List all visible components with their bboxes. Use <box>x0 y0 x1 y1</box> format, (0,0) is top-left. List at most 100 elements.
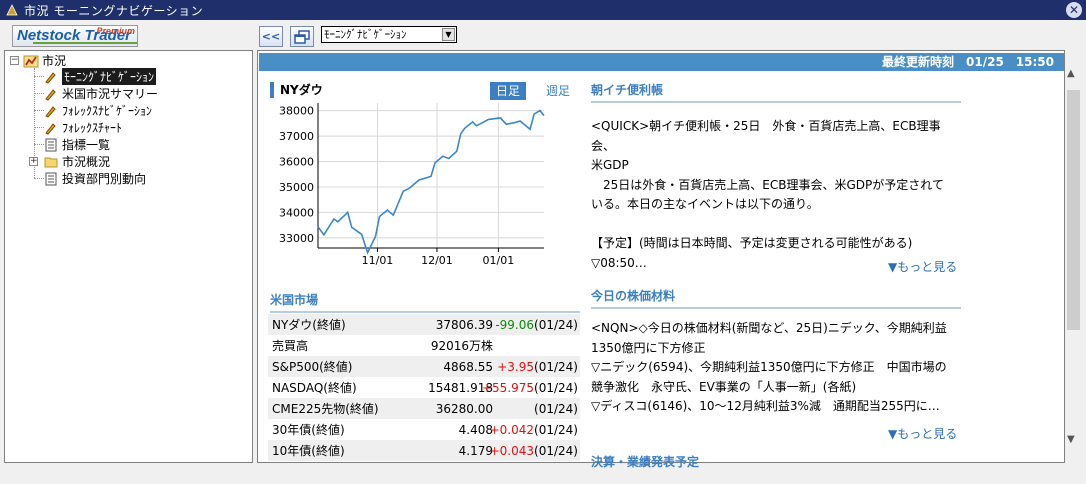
news-line: 競争激化 永守氏、EV事業の「人事一新」(各紙) <box>591 379 857 394</box>
market-date: (01/24) <box>534 380 578 395</box>
tree-root[interactable]: 市況 <box>23 52 66 69</box>
content-pane: 最終更新時刻 01/25 15:50 NYダウ 日足 週足 38000 37000 36… <box>257 50 1065 469</box>
y-tick-label: 33000 <box>279 232 314 245</box>
app-icon <box>4 2 20 18</box>
page-select[interactable]: ﾓｰﾆﾝｸﾞﾅﾋﾞｹﾞｰｼｮﾝ ▼ <box>321 26 457 43</box>
window-title: 市況 モーニングナビゲーション <box>24 3 204 18</box>
market-row: 30年債(終値) 4.408 +0.042 (01/24) <box>268 419 580 440</box>
back-button[interactable]: << <box>259 26 283 47</box>
nav-tree: − + 市況 ﾓｰﾆﾝｸﾞﾅﾋﾞｹﾞｰｼｮﾝ 米国市況サマリー ﾌｫﾚｯｸｽﾅﾋ… <box>4 50 253 463</box>
tab-weekly[interactable]: 週足 <box>540 82 576 100</box>
collapse-toggle[interactable]: − <box>10 56 19 65</box>
market-row: CME225先物(終値) 36280.00 (01/24) <box>268 398 580 419</box>
news-body-kabuka: <NQN>◇今日の株価材料(新聞など、25日)ニデック、今期純利益 1350億円に… <box>591 319 961 417</box>
market-value: 37806.39 <box>435 317 493 332</box>
news-line: 【予定】(時間は日本時間、予定は変更される可能性がある) <box>591 236 913 250</box>
market-value: 36280.00 <box>435 401 493 416</box>
tree-item-indicators[interactable]: 指標一覧 <box>43 136 110 153</box>
window-icon <box>294 29 310 44</box>
x-tick-label: 01/01 <box>483 254 515 267</box>
toolbar: << ﾓｰﾆﾝｸﾞﾅﾋﾞｹﾞｰｼｮﾝ ▼ <box>255 20 1086 50</box>
market-name: NASDAQ(終値) <box>272 381 357 395</box>
market-value: 92016万株 <box>430 339 493 353</box>
y-tick-label: 38000 <box>279 105 314 118</box>
news-line: ▽ディスコ(6146)、10～12月純利益3%減 通期配当255円に… <box>591 399 940 413</box>
market-name: 30年債(終値) <box>272 423 345 437</box>
market-name: 10年債(終値) <box>272 444 345 458</box>
market-date: (01/24) <box>534 359 578 374</box>
market-row: NYダウ(終値) 37806.39 -99.06 (01/24) <box>268 314 580 335</box>
new-window-button[interactable] <box>290 26 314 47</box>
vertical-scrollbar[interactable]: ▲ ▼ <box>1065 50 1082 463</box>
chart-folder-icon <box>23 53 39 69</box>
x-tick-label: 12/01 <box>421 254 453 267</box>
tree-item-us-summary[interactable]: 米国市況サマリー <box>43 85 158 102</box>
more-link-asaichi[interactable]: ▼もっと見る <box>888 258 957 275</box>
news-body-asaichi: <QUICK>朝イチ便利帳・25日 外食・百貨店売上高、ECB理事会、 米GDP … <box>591 117 961 273</box>
market-row: S&P500(終値) 4868.55 +3.95 (01/24) <box>268 356 580 377</box>
news-line: 1350億円に下方修正 <box>591 340 706 355</box>
chart-title: NYダウ <box>270 82 323 98</box>
scroll-thumb[interactable] <box>1067 90 1080 330</box>
market-name: CME225先物(終値) <box>272 402 379 416</box>
tree-item-investor-trends[interactable]: 投資部門別動向 <box>43 170 146 187</box>
list-icon <box>43 137 59 153</box>
tree-item-market-overview[interactable]: 市況概況 <box>43 153 110 170</box>
list-icon <box>43 171 59 187</box>
market-row: 売買高 92016万株 <box>268 335 580 356</box>
us-market-title: 米国市場 <box>270 291 580 313</box>
market-name: 売買高 <box>272 339 309 353</box>
news-line <box>591 215 961 235</box>
news-line: ▽ニデック(6594)、今期純利益1350億円に下方修正 中国市場の <box>591 360 947 374</box>
series-line <box>317 109 545 255</box>
tree-item-forex-nav[interactable]: ﾌｫﾚｯｸｽﾅﾋﾞｹﾞｰｼｮﾝ <box>43 102 152 119</box>
chevron-down-icon[interactable]: ▼ <box>442 28 455 41</box>
news-title-asaichi[interactable]: 朝イチ便利帳 <box>591 81 961 103</box>
market-value: 4868.55 <box>443 359 493 374</box>
scroll-up-icon[interactable]: ▲ <box>1067 68 1075 79</box>
tree-item-forex-chart[interactable]: ﾌｫﾚｯｸｽﾁｬｰﾄ <box>43 119 122 136</box>
market-row: 10年債(終値) 4.179 +0.043 (01/24) <box>268 440 580 461</box>
market-row: NASDAQ(終値) 15481.918 +55.975 (01/24) <box>268 377 580 398</box>
folder-icon <box>43 154 59 170</box>
market-name: S&P500(終値) <box>272 360 353 374</box>
tree-item-morning-nav[interactable]: ﾓｰﾆﾝｸﾞﾅﾋﾞｹﾞｰｼｮﾝ <box>43 68 157 85</box>
y-tick-label: 36000 <box>279 156 314 169</box>
expand-toggle[interactable]: + <box>29 157 38 166</box>
tab-daily[interactable]: 日足 <box>490 82 527 100</box>
news-line: 25日は外食・百貨店売上高、ECB理事会、米GDPが予定されて <box>591 177 944 192</box>
pencil-icon <box>43 103 59 119</box>
news-line: 米GDP <box>591 158 629 172</box>
market-date: (01/24) <box>534 401 578 416</box>
pencil-icon <box>43 86 59 102</box>
market-value: 4.179 <box>458 443 493 458</box>
pencil-icon <box>43 120 59 136</box>
title-bar: 市況 モーニングナビゲーション ✕ <box>0 0 1086 20</box>
market-change: +0.042 <box>489 422 534 437</box>
netstock-logo: Netstock Trader Premium <box>12 25 138 47</box>
market-change: +55.975 <box>481 380 534 395</box>
market-change: -99.06 <box>495 317 534 332</box>
pencil-icon <box>43 69 59 85</box>
market-date: (01/24) <box>534 317 578 332</box>
scroll-down-icon[interactable]: ▼ <box>1067 434 1075 445</box>
nydow-chart: 38000 37000 36000 35000 34000 33000 11/01 12/01… <box>279 103 545 267</box>
news-title-kessan[interactable]: 決算・業績発表予定 <box>591 453 961 473</box>
news-line: いる。本日の主なイベントは以下の通り。 <box>591 197 819 211</box>
y-tick-label: 34000 <box>279 206 314 219</box>
update-header: 最終更新時刻 01/25 15:50 <box>259 53 1064 71</box>
y-tick-label: 37000 <box>279 130 314 143</box>
market-value: 4.408 <box>458 422 493 437</box>
news-line: <NQN>◇今日の株価材料(新聞など、25日)ニデック、今期純利益 <box>591 321 947 335</box>
more-link-kabuka[interactable]: ▼もっと見る <box>888 425 957 442</box>
close-icon[interactable]: ✕ <box>1066 2 1082 18</box>
us-market-table: NYダウ(終値) 37806.39 -99.06 (01/24) 売買高 92016万株 S… <box>268 314 580 461</box>
news-title-kabuka[interactable]: 今日の株価材料 <box>591 287 961 309</box>
market-change: +3.95 <box>497 359 534 374</box>
market-name: NYダウ(終値) <box>272 318 346 332</box>
market-date: (01/24) <box>534 422 578 437</box>
x-tick-label: 11/01 <box>362 254 394 267</box>
logo-area: Netstock Trader Premium <box>0 20 255 50</box>
news-line: <QUICK>朝イチ便利帳・25日 外食・百貨店売上高、ECB理事会、 <box>591 119 941 153</box>
market-date: (01/24) <box>534 443 578 458</box>
